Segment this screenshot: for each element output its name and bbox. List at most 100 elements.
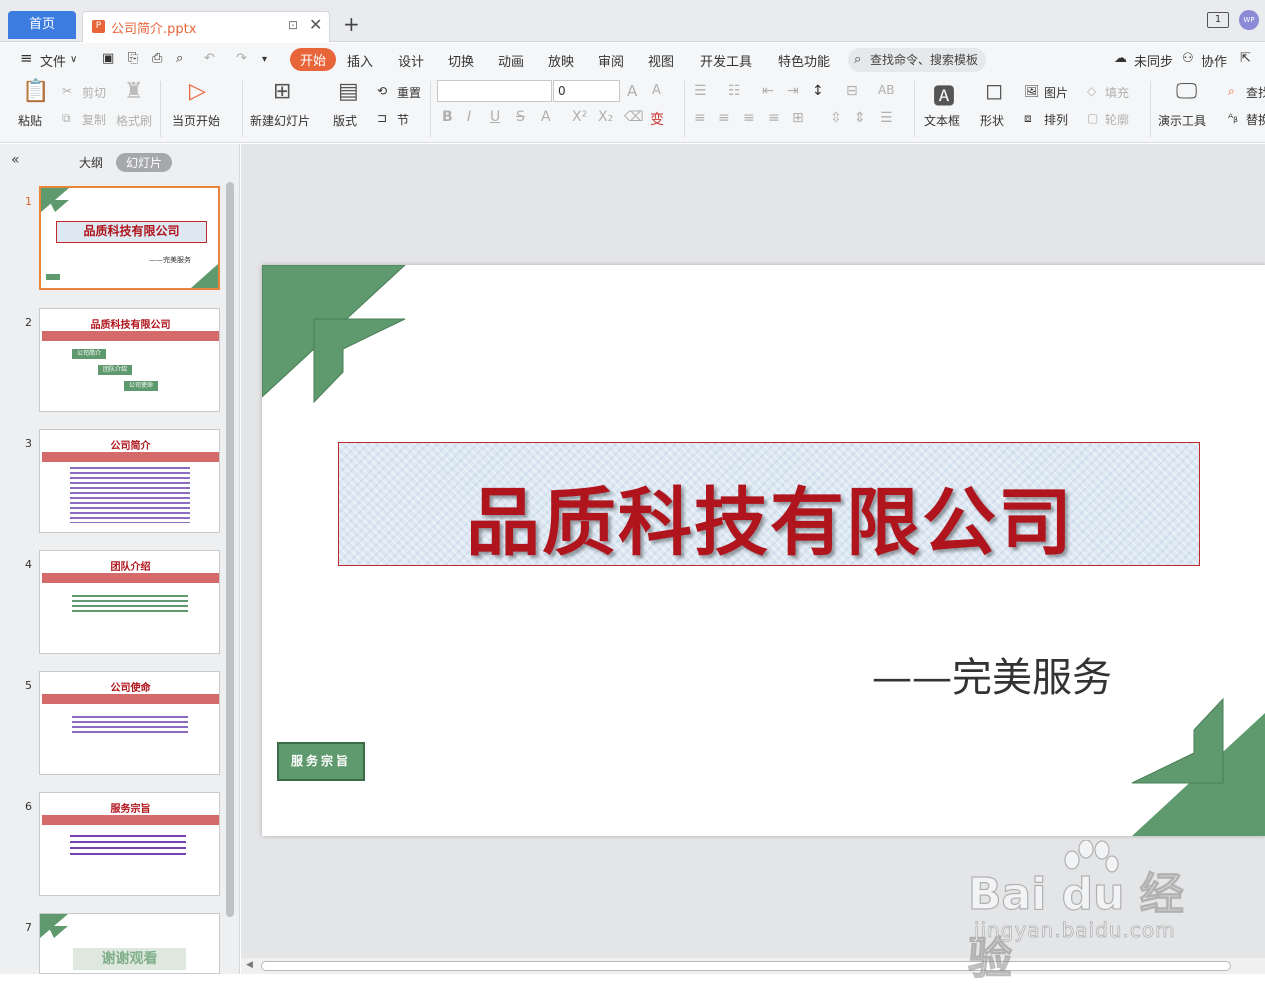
subscript-icon[interactable]: X₂: [598, 109, 613, 125]
italic-icon[interactable]: I: [467, 109, 471, 125]
increase-indent-icon[interactable]: ⇥: [787, 83, 799, 99]
menu-features[interactable]: 特色功能: [778, 51, 830, 70]
window-count-badge[interactable]: 1: [1207, 12, 1229, 28]
tab-document[interactable]: P 公司简介.pptx ⊡ ✕: [82, 11, 330, 42]
format-painter-icon[interactable]: ♜: [124, 79, 144, 104]
paragraph-spacing-icon[interactable]: ⇕: [854, 110, 866, 126]
slide-thumbnail-2[interactable]: 品质科技有限公司 公司简介 团队介绍 公司使命: [39, 308, 220, 412]
tab-slides[interactable]: 幻灯片: [116, 153, 173, 172]
columns-icon[interactable]: AB: [878, 83, 894, 97]
bold-icon[interactable]: B: [442, 109, 453, 125]
collab-button[interactable]: 协作: [1201, 51, 1227, 70]
font-family-select[interactable]: [437, 80, 552, 102]
slide-subtitle[interactable]: ——完美服务: [872, 645, 1112, 703]
replace-icon[interactable]: ᴬᵦ: [1228, 111, 1238, 125]
menu-design[interactable]: 设计: [398, 51, 424, 70]
outline-icon[interactable]: ▢: [1087, 111, 1098, 125]
layout-button[interactable]: 版式: [333, 112, 357, 129]
menu-home[interactable]: 开始: [290, 48, 337, 71]
play-from-current-button[interactable]: 当页开始: [172, 112, 220, 129]
slide-thumbnail-7[interactable]: 谢谢观看: [39, 913, 220, 974]
format-painter-button[interactable]: 格式刷: [116, 112, 152, 129]
save-icon[interactable]: ▣: [102, 51, 114, 66]
print-icon[interactable]: ⎙: [152, 51, 162, 66]
slide-thumbnail-1[interactable]: 品质科技有限公司 ——完美服务: [39, 186, 220, 290]
paste-icon[interactable]: 📋: [22, 79, 49, 104]
sync-status[interactable]: 未同步: [1134, 51, 1173, 70]
font-size-select[interactable]: 0: [553, 80, 620, 102]
slide-title-box[interactable]: 品质科技有限公司: [338, 442, 1200, 566]
fill-button[interactable]: 填充: [1105, 84, 1129, 101]
pin-icon[interactable]: ⊡: [288, 18, 298, 32]
redo-icon[interactable]: ↷: [236, 51, 247, 66]
reset-button[interactable]: 重置: [397, 84, 421, 101]
slide-thumbnail-5[interactable]: 公司使命: [39, 671, 220, 775]
justify-icon[interactable]: ≡: [768, 110, 780, 126]
menu-transition[interactable]: 切换: [448, 51, 474, 70]
bullet-list-icon[interactable]: ☰: [694, 83, 707, 99]
text-box-button[interactable]: 文本框: [924, 112, 960, 129]
slide-thumbnail-6[interactable]: 服务宗旨: [39, 792, 220, 896]
shape-button[interactable]: 形状: [980, 112, 1004, 129]
menu-file[interactable]: 文件: [40, 51, 66, 70]
menu-developer[interactable]: 开发工具: [700, 51, 752, 70]
clear-format-icon[interactable]: ⌫: [624, 109, 644, 125]
tab-home[interactable]: 首页: [8, 11, 76, 39]
avatar[interactable]: WP: [1239, 10, 1259, 30]
text-box-icon[interactable]: 🅰: [933, 79, 955, 111]
underline-icon[interactable]: U: [490, 109, 500, 125]
cut-button[interactable]: 剪切: [82, 84, 106, 101]
quick-access-dropdown-icon[interactable]: ▾: [262, 54, 267, 65]
cut-icon[interactable]: ✂: [62, 84, 72, 98]
replace-button[interactable]: 替换: [1246, 111, 1265, 128]
chevron-down-icon[interactable]: ∨: [70, 54, 77, 65]
preview-icon[interactable]: ⌕: [176, 51, 183, 66]
layout-icon[interactable]: ▤: [338, 79, 359, 104]
outline-button[interactable]: 轮廓: [1105, 111, 1129, 128]
decrease-font-icon[interactable]: A: [652, 83, 661, 98]
scroll-left-icon[interactable]: ◀: [246, 960, 253, 970]
fill-icon[interactable]: ◇: [1087, 84, 1096, 98]
slide-thumbnail-4[interactable]: 团队介绍: [39, 550, 220, 654]
paste-button[interactable]: 粘贴: [18, 112, 42, 129]
line-spacing-icon[interactable]: ⇳: [830, 110, 842, 126]
distribute-icon[interactable]: ⊞: [792, 110, 804, 126]
text-direction-icon[interactable]: ↕: [812, 83, 824, 99]
panel-scrollbar[interactable]: [226, 182, 234, 917]
close-tab-icon[interactable]: ✕: [309, 15, 322, 34]
find-icon[interactable]: ⌕: [1228, 84, 1235, 99]
command-search-input[interactable]: ⌕ 查找命令、搜索模板: [848, 48, 986, 72]
collapse-panel-icon[interactable]: «: [11, 152, 20, 168]
menu-view[interactable]: 视图: [648, 51, 674, 70]
menu-animation[interactable]: 动画: [498, 51, 524, 70]
new-tab-button[interactable]: +: [343, 12, 360, 36]
superscript-icon[interactable]: X²: [572, 109, 587, 125]
share-icon[interactable]: ⇱: [1240, 51, 1251, 66]
new-slide-button[interactable]: 新建幻灯片: [250, 112, 310, 129]
collab-icon[interactable]: ⚇: [1182, 51, 1194, 66]
decrease-indent-icon[interactable]: ⇤: [762, 83, 774, 99]
numbered-list-icon[interactable]: ☷: [728, 83, 741, 99]
section-button[interactable]: 节: [397, 111, 409, 128]
copy-icon[interactable]: ⧉: [62, 111, 71, 126]
slide-thumbnail-3[interactable]: 公司简介: [39, 429, 220, 533]
reset-icon[interactable]: ⟲: [377, 84, 387, 98]
new-slide-icon[interactable]: ⊞: [273, 79, 291, 104]
increase-font-icon[interactable]: A: [627, 82, 637, 100]
menu-insert[interactable]: 插入: [347, 51, 373, 70]
menu-review[interactable]: 审阅: [598, 51, 624, 70]
play-icon[interactable]: ▷: [189, 79, 206, 104]
copy-button[interactable]: 复制: [82, 111, 106, 128]
paragraph-icon[interactable]: ☰: [880, 110, 893, 126]
presentation-tools-icon[interactable]: 🖵: [1176, 79, 1197, 104]
tab-outline[interactable]: 大纲: [79, 154, 103, 171]
section-icon[interactable]: ⊐: [377, 111, 387, 125]
strikethrough-icon[interactable]: S: [516, 109, 525, 125]
service-purpose-button[interactable]: 服务宗旨: [277, 742, 365, 781]
picture-icon[interactable]: 🖼: [1024, 84, 1039, 98]
menu-slideshow[interactable]: 放映: [548, 51, 574, 70]
cloud-sync-icon[interactable]: ☁: [1114, 51, 1127, 66]
align-left-icon[interactable]: ≡: [694, 110, 706, 126]
slide-canvas[interactable]: 品质科技有限公司 ——完美服务 服务宗旨: [262, 265, 1265, 836]
arrange-button[interactable]: 排列: [1044, 111, 1068, 128]
